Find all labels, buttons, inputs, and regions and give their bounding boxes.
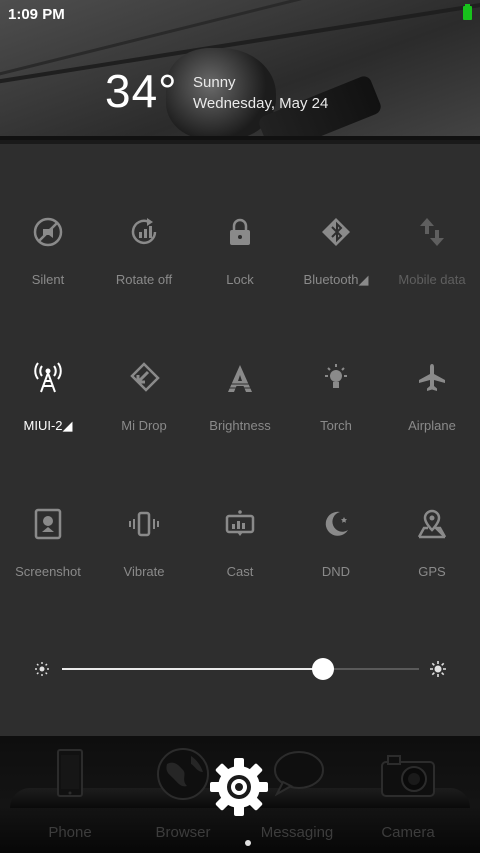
brightness-fill (62, 668, 323, 670)
gps-icon (417, 509, 447, 539)
toggle-label: Lock (226, 272, 254, 287)
phone-icon (57, 749, 83, 797)
battery-icon (463, 4, 472, 20)
mobile-data-icon (420, 218, 444, 246)
weather-condition: Sunny (193, 74, 236, 91)
header-divider (0, 136, 480, 140)
camera-icon (381, 755, 435, 797)
airplane-icon (419, 364, 445, 391)
silent-icon (33, 217, 63, 247)
toggle-rotate[interactable]: Rotate off (96, 216, 192, 326)
toggle-label: Mobile data (398, 272, 466, 287)
toggle-vibrate[interactable]: Vibrate (96, 508, 192, 618)
screenshot-icon (34, 508, 62, 540)
dock-app-phone[interactable]: Phone (15, 736, 125, 846)
toggle-wifi[interactable]: MIUI-2◢ (0, 362, 96, 472)
page-indicator-dot (245, 840, 251, 846)
toggle-label: Airplane (408, 418, 456, 433)
toggle-lock[interactable]: Lock (192, 216, 288, 326)
vibrate-icon (129, 511, 159, 537)
toggle-dnd[interactable]: DND (288, 508, 384, 618)
toggle-label: Bluetooth◢ (303, 272, 369, 287)
toggle-label: Vibrate (123, 564, 165, 579)
toggle-label: MIUI-2◢ (23, 418, 73, 433)
mi-drop-icon (130, 362, 160, 392)
toggle-label: GPS (418, 564, 446, 579)
toggle-silent[interactable]: Silent (0, 216, 96, 326)
dnd-icon (325, 511, 348, 536)
weather-temperature: 34° (105, 65, 178, 117)
messaging-icon (274, 751, 324, 797)
brightness-low-icon (35, 662, 49, 676)
dock-app-label: Messaging (260, 824, 334, 841)
weather-date: Wednesday, May 24 (193, 95, 329, 112)
toggle-label: Rotate off (115, 272, 173, 287)
toggle-mi-drop[interactable]: Mi Drop (96, 362, 192, 472)
status-bar: 1:09 PM (0, 0, 480, 28)
toggle-label: Mi Drop (121, 418, 167, 433)
toggle-bluetooth[interactable]: Bluetooth◢ (288, 216, 384, 326)
dock-app-label: Camera (381, 824, 435, 841)
dock-app-camera[interactable]: Camera (353, 736, 463, 846)
lock-icon (230, 218, 250, 245)
browser-icon (157, 748, 209, 800)
torch-icon (325, 364, 347, 388)
toggle-label: DND (321, 564, 351, 579)
brightness-icon (228, 365, 252, 392)
cast-icon (225, 510, 255, 536)
brightness-high-icon (430, 661, 446, 677)
toggle-label: Silent (31, 272, 65, 287)
dock-app-label: Phone (48, 824, 92, 841)
quick-settings-panel: Silent Rotate off Lock Bluetooth◢ Mobile… (0, 144, 480, 736)
rotate-icon (131, 218, 157, 245)
toggle-mobile-data[interactable]: Mobile data (384, 216, 480, 326)
dock-app-label: Browser (155, 824, 211, 841)
toggle-torch[interactable]: Torch (288, 362, 384, 472)
toggle-label: Torch (320, 418, 352, 433)
toggle-cast[interactable]: Cast (192, 508, 288, 618)
toggle-label: Screenshot (15, 564, 81, 579)
toggle-gps[interactable]: GPS (384, 508, 480, 618)
toggle-brightness[interactable]: Brightness (192, 362, 288, 472)
toggle-screenshot[interactable]: Screenshot (0, 508, 96, 618)
toggle-airplane[interactable]: Airplane (384, 362, 480, 472)
toggle-label: Brightness (209, 418, 271, 433)
brightness-thumb[interactable] (311, 658, 334, 680)
wifi-tower-icon (34, 362, 62, 393)
toggle-label: Cast (226, 564, 254, 579)
bluetooth-icon (322, 218, 350, 246)
settings-gear-icon[interactable] (208, 756, 270, 818)
status-time: 1:09 PM (8, 6, 65, 23)
